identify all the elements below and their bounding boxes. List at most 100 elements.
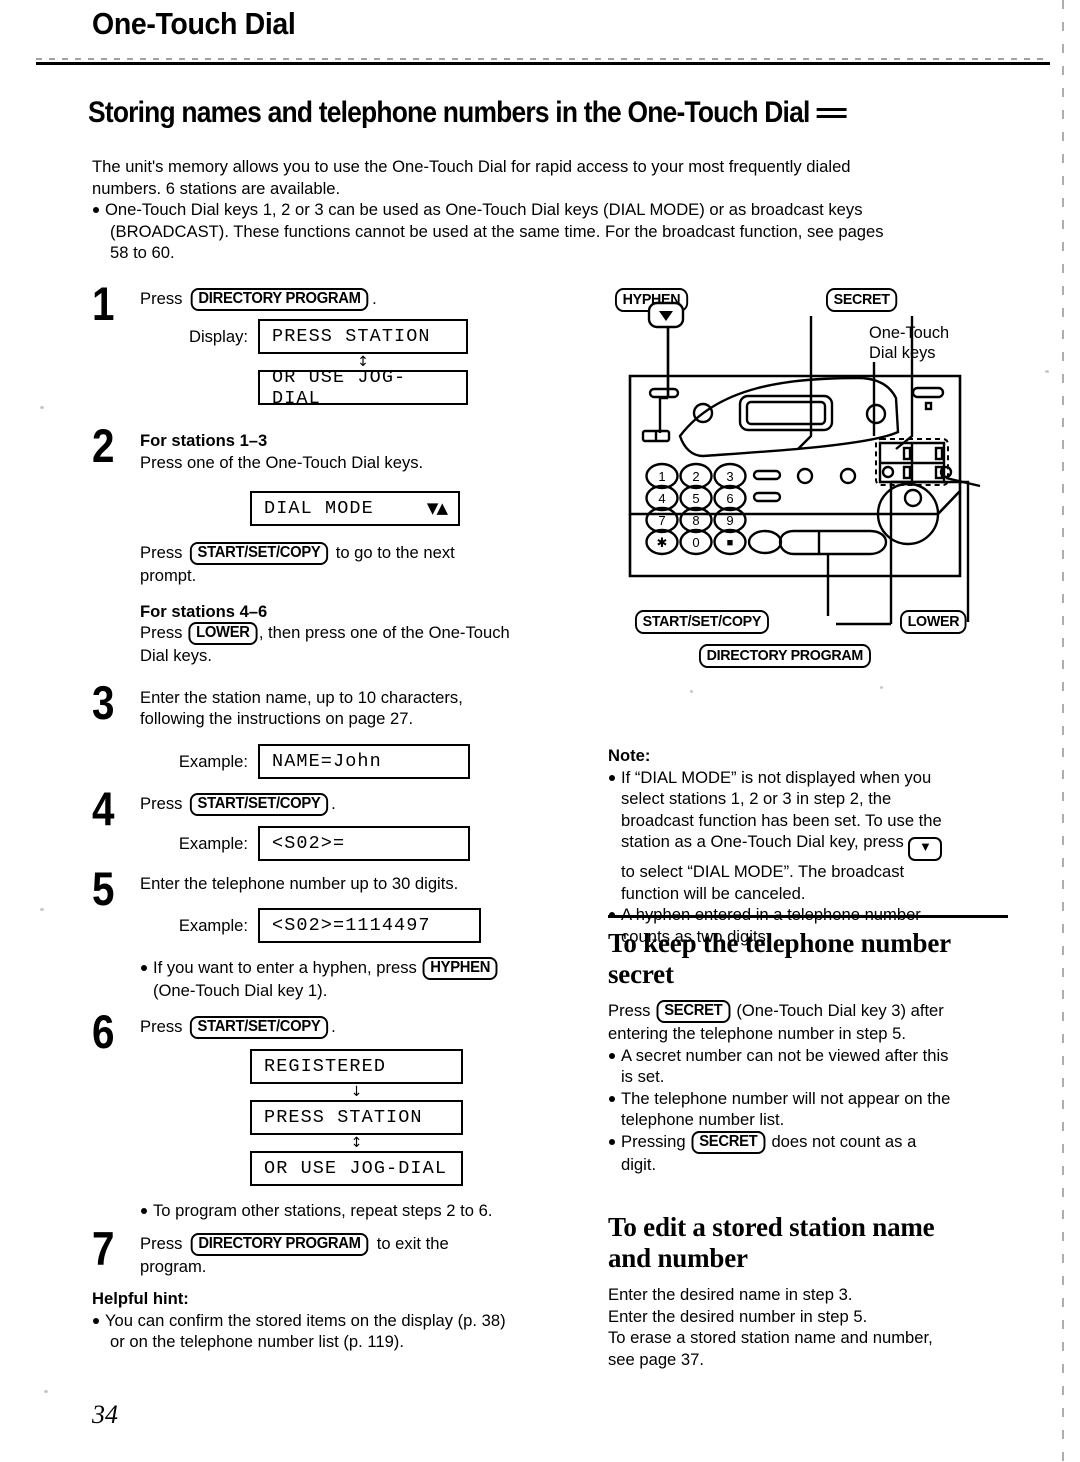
step-5-bullet-text-before: If you want to enter a hyphen, press (153, 958, 417, 977)
intro-bullet-line-3: 58 to 60. (110, 243, 175, 262)
scan-speck (1045, 370, 1049, 373)
edit-line-4: see page 37. (608, 1349, 704, 1369)
step-7-number: 7 (92, 1222, 114, 1275)
helpful-hint-line-1: You can confirm the stored items on the … (105, 1310, 506, 1330)
step-6-text-after: . (331, 1016, 336, 1036)
step-4-number: 4 (92, 781, 114, 835)
manual-page: One-Touch Dial Storing names and telepho… (0, 0, 1080, 1462)
step-2-text-b-before: Press (140, 543, 183, 562)
step-1-number: 1 (92, 277, 114, 330)
edit-heading-line-2: and number (608, 1243, 748, 1273)
secret-key[interactable]: SECRET (691, 1130, 766, 1154)
lcd-s02-number: <S02>=1114497 (258, 908, 481, 943)
step-7: 7 Press DIRECTORY PROGRAM to exit the pr… (92, 1225, 597, 1278)
down-arrow-icon: ↓ (350, 1083, 363, 1100)
section-heading-text: Storing names and telephone numbers in t… (88, 96, 810, 129)
lcd-or-use-jog-dial: OR USE JOG-DIAL (250, 1150, 463, 1186)
display-label: Display: (188, 327, 248, 346)
helpful-hint-bullet: You can confirm the stored items on the … (92, 1310, 597, 1353)
header-divider (36, 58, 1050, 65)
step-5-bullet: If you want to enter a hyphen, press HYP… (140, 957, 597, 1002)
lcd-or-use-jog-dial: OR USE JOG-DIAL (258, 367, 468, 409)
step-2-heading-stations-1-3: For stations 1–3 (140, 431, 268, 450)
lcd-press-station: PRESS STATION (258, 319, 468, 354)
start-set-copy-key[interactable]: START/SET/COPY (189, 542, 329, 565)
step-3-line-2: following the instructions on page 27. (140, 709, 414, 728)
note-b1-line-4: station as a One-Touch Dial key, press ▼ (621, 831, 1008, 861)
step-6-number: 6 (92, 1004, 114, 1058)
lower-key[interactable]: LOWER (188, 622, 258, 645)
section-heading: Storing names and telephone numbers in t… (88, 96, 847, 130)
secret-key[interactable]: SECRET (656, 1000, 731, 1023)
step-2-text-c-line2: Dial keys. (140, 646, 212, 665)
step-7-line-1: Press DIRECTORY PROGRAM to exit the (140, 1233, 597, 1256)
note-b1-line-5: to select “DIAL MODE”. The broadcast (621, 862, 905, 881)
device-illustration: 1 2 3 4 5 6 7 8 9 ✱ 0 ■ (628, 301, 981, 626)
down-up-triangle-icon: ▼▲ (426, 498, 448, 517)
intro-bullet: One-Touch Dial keys 1, 2 or 3 can be use… (92, 199, 997, 264)
note-b1-line-4-text: station as a One-Touch Dial key, press (621, 832, 904, 851)
step-2-text-b-line2: prompt. (140, 566, 197, 585)
edit-line-1: Enter the desired name in step 3. (608, 1285, 853, 1304)
secret-b3-text-before: Pressing (621, 1131, 686, 1151)
svg-text:3: 3 (726, 469, 733, 484)
secret-p1-text-before: Press (608, 1001, 651, 1020)
step-5-example-row: Example: <S02>=1114497 (140, 908, 597, 943)
note-bullet-1: If “DIAL MODE” is not displayed when you… (608, 767, 1008, 905)
page-title: One-Touch Dial (92, 6, 296, 41)
hyphen-key[interactable]: HYPHEN (423, 957, 499, 980)
scan-speck (880, 686, 883, 689)
secret-p1-line-2: entering the telephone number in step 5. (608, 1024, 906, 1043)
directory-program-key[interactable]: DIRECTORY PROGRAM (190, 1233, 369, 1256)
edit-heading: To edit a stored station name and number (608, 1212, 1008, 1274)
secret-section: To keep the telephone number secret Pres… (608, 915, 1008, 1175)
step-3-body: Enter the station name, up to 10 charact… (140, 687, 597, 730)
step-2-number: 2 (92, 419, 114, 472)
secret-bullet-3: Pressing SECRET does not count as a digi… (608, 1130, 1008, 1176)
step-2-text-c-before: Press (140, 623, 183, 642)
example-label: Example: (178, 916, 248, 935)
step-5-bullet-line-2: (One-Touch Dial key 1). (153, 981, 328, 1000)
step-4-text-after: . (331, 793, 336, 813)
step-7-body: Press DIRECTORY PROGRAM to exit the prog… (140, 1233, 597, 1278)
step-2-heading-stations-4-6: For stations 4–6 (140, 601, 268, 621)
scan-speck (40, 908, 44, 911)
scan-speck (44, 1390, 48, 1393)
note-heading: Note: (608, 746, 651, 765)
down-arrow-key[interactable]: ▼ (908, 837, 943, 861)
step-7-text-before: Press (140, 1234, 183, 1253)
directory-program-key[interactable]: DIRECTORY PROGRAM (190, 288, 369, 311)
intro-bullet-line-2: (BROADCAST). These functions cannot be u… (110, 221, 884, 241)
secret-body: Press SECRET (One-Touch Dial key 3) afte… (608, 1000, 1008, 1175)
step-2-text-b-after: to go to the next (335, 543, 455, 562)
note-b1-line-1: If “DIAL MODE” is not displayed when you (621, 767, 932, 787)
step-4-example-row: Example: <S02>= (140, 825, 597, 861)
step-6-bullet: To program other stations, repeat steps … (140, 1200, 597, 1222)
start-set-copy-key[interactable]: START/SET/COPY (189, 1015, 329, 1039)
step-2-text-c-after: , then press one of the One-Touch (258, 623, 510, 642)
step-6-body: Press START/SET/COPY. (140, 1015, 597, 1039)
svg-text:■: ■ (727, 537, 734, 549)
updown-arrow-icon: ↕ (350, 1134, 363, 1151)
note-b1-line-6: function will be canceled. (621, 883, 806, 903)
start-set-copy-key[interactable]: START/SET/COPY (189, 792, 329, 816)
step-2-text-c: Press LOWER, then press one of the One-T… (140, 622, 597, 645)
step-1-display-row: Display: PRESS STATION ↕ OR USE JOG-DIAL (140, 319, 597, 409)
svg-text:2: 2 (692, 469, 699, 484)
example-label: Example: (178, 751, 248, 771)
step-5-number: 5 (92, 861, 114, 915)
svg-text:8: 8 (692, 513, 699, 528)
step-5-line-1: Enter the telephone number up to 30 digi… (140, 873, 459, 893)
helpful-hint-line-2: or on the telephone number list (p. 119)… (110, 1332, 404, 1351)
helpful-hint: Helpful hint: You can confirm the stored… (92, 1288, 597, 1353)
step-1-text-before: Press (140, 289, 183, 308)
svg-text:9: 9 (726, 513, 733, 528)
example-label: Example: (178, 833, 248, 853)
note-b1-line-2: select stations 1, 2 or 3 in step 2, the (621, 789, 892, 808)
helpful-hint-heading: Helpful hint: (92, 1289, 189, 1308)
secret-b2-line-1: The telephone number will not appear on … (621, 1088, 951, 1108)
edit-section: To edit a stored station name and number… (608, 1212, 1008, 1370)
step-6: 6 Press START/SET/COPY. REGISTERED ↓ PRE… (92, 1008, 597, 1222)
secret-b2-line-2: telephone number list. (621, 1110, 785, 1129)
intro-bullet-line-1: One-Touch Dial keys 1, 2 or 3 can be use… (105, 200, 863, 219)
